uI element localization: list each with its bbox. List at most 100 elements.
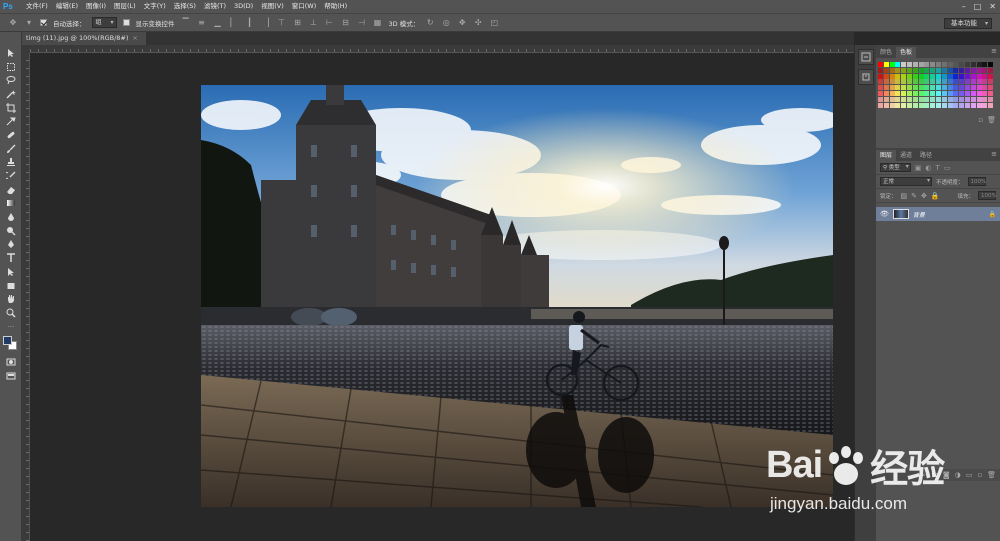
swatch[interactable] <box>912 85 918 91</box>
swatch[interactable] <box>959 91 965 96</box>
swatch[interactable] <box>965 67 970 73</box>
lock-transparent-icon[interactable]: ▨ <box>901 192 908 200</box>
swatch[interactable] <box>936 102 941 108</box>
menu-edit[interactable]: 编辑(E) <box>52 0 82 13</box>
swatch[interactable] <box>895 91 901 96</box>
move-tool[interactable] <box>0 46 22 60</box>
clone-stamp-tool[interactable] <box>0 156 22 170</box>
swatch[interactable] <box>912 79 918 85</box>
auto-select-dropdown[interactable]: 组 <box>91 17 117 28</box>
swatch[interactable] <box>953 73 959 79</box>
show-transform-checkbox[interactable] <box>122 19 130 26</box>
swatch[interactable] <box>924 67 930 73</box>
dodge-tool[interactable] <box>0 224 22 238</box>
swatch[interactable] <box>930 91 936 96</box>
swatch[interactable] <box>883 62 889 67</box>
swatch[interactable] <box>988 85 994 91</box>
canvas-image[interactable] <box>201 85 833 507</box>
swatch[interactable] <box>936 91 941 96</box>
swatch[interactable] <box>912 96 918 102</box>
swatch[interactable] <box>883 73 889 79</box>
swatch[interactable] <box>941 73 947 79</box>
swatch[interactable] <box>965 62 970 67</box>
swatch[interactable] <box>883 102 889 108</box>
swatch[interactable] <box>901 91 907 96</box>
swatch[interactable] <box>907 102 912 108</box>
distribute-top-icon[interactable]: ⊤ <box>277 18 287 28</box>
swatch[interactable] <box>953 91 959 96</box>
swatch[interactable] <box>965 85 970 91</box>
3d-rotate-icon[interactable]: ↻ <box>425 18 435 28</box>
swatch[interactable] <box>959 62 965 67</box>
swatch[interactable] <box>976 91 982 96</box>
brush-tool[interactable] <box>0 142 22 156</box>
swatch[interactable] <box>912 91 918 96</box>
swatch[interactable] <box>924 85 930 91</box>
quick-select-tool[interactable] <box>0 87 22 101</box>
swatch[interactable] <box>889 62 895 67</box>
swatch[interactable] <box>947 73 953 79</box>
swatch[interactable] <box>912 67 918 73</box>
swatch[interactable] <box>988 62 994 67</box>
swatch[interactable] <box>941 102 947 108</box>
gradient-tool[interactable] <box>0 197 22 211</box>
layer-filter-dropdown[interactable]: ⚲ 类型 <box>880 163 911 172</box>
swatch[interactable] <box>895 79 901 85</box>
swatch[interactable] <box>947 62 953 67</box>
vertical-ruler[interactable] <box>22 53 30 541</box>
properties-panel-button[interactable] <box>858 69 874 85</box>
type-tool[interactable] <box>0 251 22 265</box>
auto-select-checkbox[interactable] <box>40 19 47 26</box>
swatch[interactable] <box>970 96 976 102</box>
swatch[interactable] <box>936 85 941 91</box>
lock-brush-icon[interactable]: ✎ <box>911 192 917 200</box>
swatch[interactable] <box>878 62 883 67</box>
tab-swatches[interactable]: 色板 <box>896 47 917 58</box>
tab-channels[interactable]: 通道 <box>896 150 916 161</box>
swatch[interactable] <box>965 79 970 85</box>
swatch[interactable] <box>988 73 994 79</box>
swatch[interactable] <box>918 62 924 67</box>
filter-shape-icon[interactable]: ▭ <box>944 164 951 172</box>
swatch[interactable] <box>889 79 895 85</box>
swatch[interactable] <box>982 79 988 85</box>
swatch[interactable] <box>947 91 953 96</box>
align-left-icon[interactable]: ▏ <box>229 18 239 28</box>
align-hcenter-icon[interactable]: ┃ <box>245 18 255 28</box>
filter-pixel-icon[interactable]: ▣ <box>915 164 922 172</box>
swatch[interactable] <box>930 79 936 85</box>
align-right-icon[interactable]: ▕ <box>261 18 271 28</box>
swatch[interactable] <box>918 85 924 91</box>
swatch[interactable] <box>947 67 953 73</box>
tab-paths[interactable]: 路径 <box>916 150 936 161</box>
filter-type-icon[interactable]: T <box>936 164 940 172</box>
swatch[interactable] <box>907 85 912 91</box>
lasso-tool[interactable] <box>0 73 22 87</box>
crop-tool[interactable] <box>0 101 22 115</box>
swatch[interactable] <box>883 91 889 96</box>
pen-tool[interactable] <box>0 238 22 252</box>
swatch[interactable] <box>930 62 936 67</box>
close-icon[interactable]: ✕ <box>989 2 996 11</box>
swatch[interactable] <box>907 79 912 85</box>
swatch[interactable] <box>988 96 994 102</box>
lock-move-icon[interactable]: ✥ <box>921 192 927 200</box>
swatch[interactable] <box>918 91 924 96</box>
menu-file[interactable]: 文件(F) <box>22 0 52 13</box>
swatch[interactable] <box>918 96 924 102</box>
swatch[interactable] <box>924 91 930 96</box>
tab-layers[interactable]: 图层 <box>876 150 897 161</box>
swatch[interactable] <box>895 67 901 73</box>
menu-filter[interactable]: 滤镜(T) <box>200 0 230 13</box>
swatch[interactable] <box>924 73 930 79</box>
swatch[interactable] <box>901 85 907 91</box>
swatch[interactable] <box>965 91 970 96</box>
swatch[interactable] <box>930 73 936 79</box>
swatch[interactable] <box>953 67 959 73</box>
swatch[interactable] <box>936 62 941 67</box>
swatch[interactable] <box>936 79 941 85</box>
blur-tool[interactable] <box>0 210 22 224</box>
panel-menu-icon[interactable]: ≡ <box>991 47 997 55</box>
marquee-tool[interactable] <box>0 60 22 74</box>
swatch[interactable] <box>918 67 924 73</box>
